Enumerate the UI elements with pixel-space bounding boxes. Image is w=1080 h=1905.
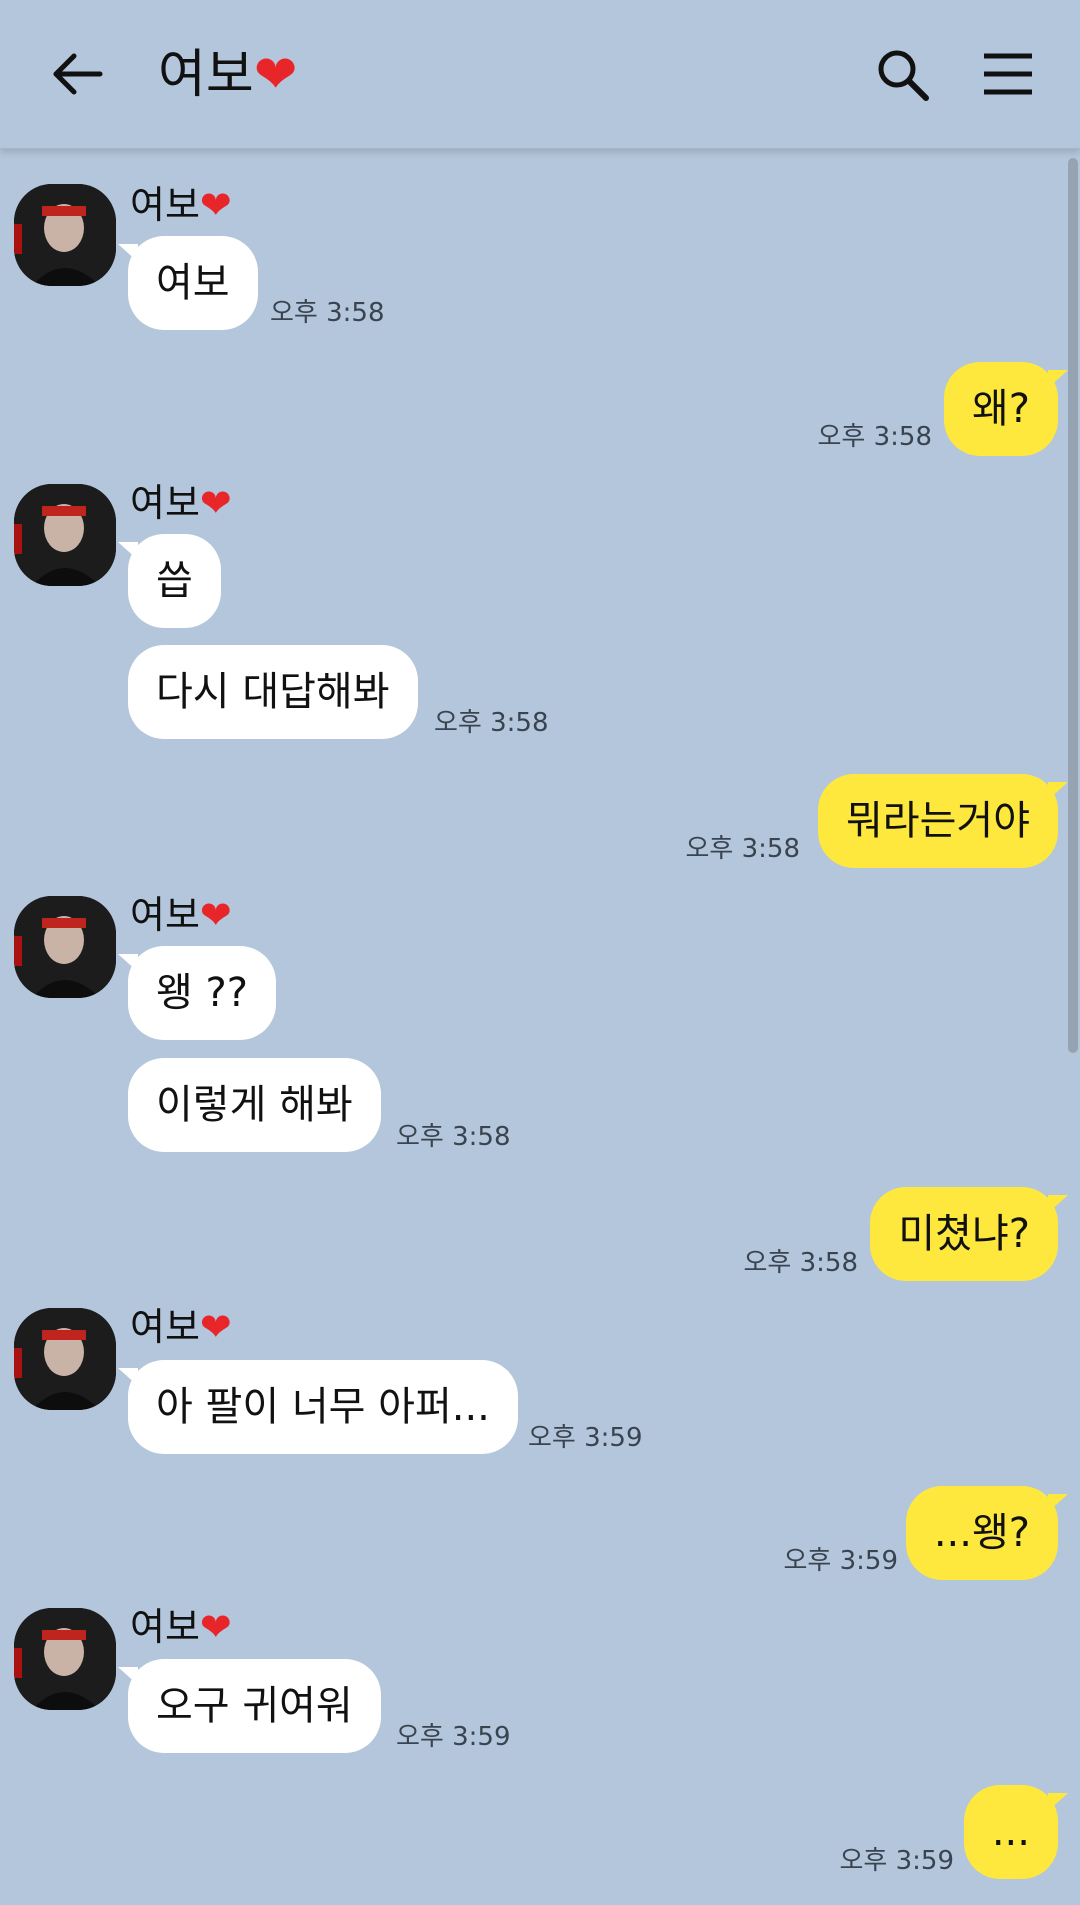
message-bubble-incoming[interactable]: 왱 ?? (118, 946, 276, 1040)
avatar[interactable] (14, 484, 116, 586)
heart-icon: ❤ (199, 1305, 232, 1349)
message-text: 왱 ?? (156, 970, 248, 1016)
bubble-tail (118, 954, 138, 972)
sender-name-text: 여보 (130, 183, 200, 227)
bubble-tail (118, 1667, 138, 1685)
message-time: 오후 3:58 (685, 834, 801, 864)
message-bubble-incoming[interactable]: 여보 (118, 236, 258, 330)
message-bubble-incoming[interactable]: 오구 귀여워 (118, 1659, 381, 1753)
bubble-tail (1048, 1494, 1068, 1512)
sender-name-text: 여보 (130, 893, 200, 937)
message-bubble-outgoing[interactable]: 뭐라는거야 (818, 774, 1068, 868)
avatar-photo (14, 896, 116, 998)
sender-name: 여보❤ (130, 892, 232, 938)
sender-name: 여보❤ (130, 480, 232, 526)
chat-title-text: 여보 (158, 45, 254, 105)
message-bubble-outgoing[interactable]: 왜? (943, 362, 1068, 456)
bubble-tail (1048, 1195, 1068, 1213)
back-arrow-icon[interactable] (48, 44, 108, 104)
message-text: 미쳤냐? (898, 1211, 1030, 1257)
message-time: 오후 3:59 (783, 1546, 899, 1576)
avatar[interactable] (14, 1608, 116, 1710)
sender-name-text: 여보 (130, 1305, 200, 1349)
heart-icon: ❤ (199, 481, 232, 525)
message-text: 오구 귀여워 (156, 1683, 353, 1729)
heart-icon: ❤ (253, 45, 298, 105)
bubble-tail (1048, 782, 1068, 800)
chat-header: 여보❤ (0, 0, 1080, 149)
heart-icon: ❤ (199, 1605, 232, 1649)
bubble-tail (1048, 370, 1068, 388)
message-time: 오후 3:58 (396, 1122, 511, 1152)
message-text: 아 팔이 너무 아퍼... (156, 1384, 490, 1430)
bubble-tail (118, 1368, 138, 1386)
bubble-tail (118, 244, 138, 262)
sender-name: 여보❤ (130, 1604, 232, 1650)
message-bubble-incoming[interactable]: 씁 (118, 534, 221, 628)
message-text: 씁 (156, 558, 193, 604)
message-bubble-outgoing[interactable]: ...왱? (905, 1486, 1068, 1580)
message-text: 이렇게 해봐 (156, 1082, 353, 1128)
chat-message-list: 여보❤ 여보 오후 3:58 왜? 오후 3:58 여보❤ 씁 다시 대답해봐 … (0, 0, 1080, 1905)
message-text: ...왱? (933, 1510, 1030, 1556)
message-text: ... (991, 1809, 1030, 1855)
search-icon[interactable] (872, 44, 932, 104)
avatar-photo (14, 1308, 116, 1410)
message-bubble-outgoing[interactable]: 미쳤냐? (870, 1187, 1068, 1281)
avatar[interactable] (14, 184, 116, 286)
message-bubble-incoming[interactable]: 이렇게 해봐 (128, 1058, 381, 1152)
chat-title: 여보❤ (158, 40, 297, 110)
avatar[interactable] (14, 896, 116, 998)
message-time: 오후 3:58 (434, 708, 549, 738)
bubble-tail (1048, 1793, 1068, 1811)
sender-name-text: 여보 (130, 1605, 200, 1649)
sender-name-text: 여보 (130, 481, 200, 525)
message-time: 오후 3:58 (817, 422, 933, 452)
message-time: 오후 3:58 (270, 298, 385, 328)
message-text: 다시 대답해봐 (156, 669, 390, 715)
message-time: 오후 3:58 (743, 1248, 859, 1278)
message-text: 왜? (971, 386, 1030, 432)
heart-icon: ❤ (199, 893, 232, 937)
message-bubble-incoming[interactable]: 아 팔이 너무 아퍼... (118, 1360, 518, 1454)
avatar-photo (14, 184, 116, 286)
message-time: 오후 3:59 (528, 1423, 643, 1453)
message-bubble-outgoing[interactable]: ... (963, 1785, 1068, 1879)
heart-icon: ❤ (199, 183, 232, 227)
sender-name: 여보❤ (130, 182, 232, 228)
message-time: 오후 3:59 (396, 1722, 511, 1752)
sender-name: 여보❤ (130, 1304, 232, 1350)
message-time: 오후 3:59 (839, 1846, 955, 1876)
message-bubble-incoming[interactable]: 다시 대답해봐 (128, 645, 418, 739)
avatar-photo (14, 484, 116, 586)
message-text: 뭐라는거야 (846, 798, 1030, 844)
bubble-tail (118, 542, 138, 560)
avatar[interactable] (14, 1308, 116, 1410)
message-text: 여보 (156, 260, 230, 306)
menu-icon[interactable] (980, 46, 1036, 102)
avatar-photo (14, 1608, 116, 1710)
